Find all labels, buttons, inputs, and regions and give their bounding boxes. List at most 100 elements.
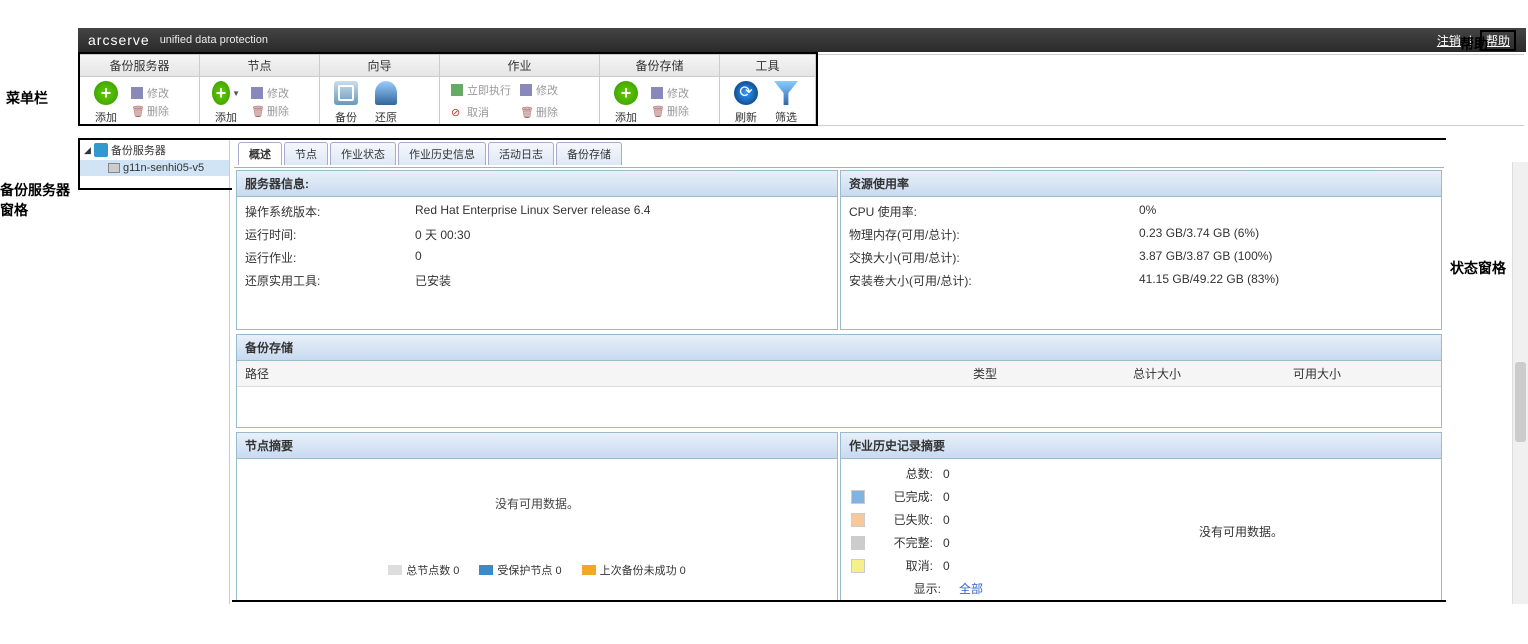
hist-incomplete-label: 不完整: <box>873 534 933 551</box>
legend-lastfail: 上次备份未成功 0 <box>582 562 686 578</box>
add-node-label: 添加 <box>215 109 237 125</box>
delete-node-button[interactable]: 🗑删除 <box>250 103 289 119</box>
plus-icon: +▼ <box>212 79 240 107</box>
hist-done-value: 0 <box>943 490 950 504</box>
restore-icon <box>372 79 400 107</box>
node-summary-panel: 节点摘要 没有可用数据。 总节点数 0 受保护节点 0 上次备份未成功 0 <box>236 432 838 602</box>
add-node-button[interactable]: +▼ 添加 <box>206 79 246 125</box>
cpu-label: CPU 使用率: <box>849 203 1139 220</box>
tree-node[interactable]: g11n-senhi05-v5 <box>80 160 229 176</box>
storage-title: 备份存储 <box>237 335 1441 361</box>
content: 服务器信息: 操作系统版本:Red Hat Enterprise Linux S… <box>234 168 1444 604</box>
server-group-icon <box>94 143 108 157</box>
restore-button[interactable]: 还原 <box>366 79 406 125</box>
hist-done-label: 已完成: <box>873 488 933 505</box>
resource-panel: 资源使用率 CPU 使用率:0% 物理内存(可用/总计):0.23 GB/3.7… <box>840 170 1442 330</box>
storage-columns: 路径 类型 总计大小 可用大小 <box>237 361 1441 387</box>
annotation-help: 帮助 <box>1460 34 1488 54</box>
tab-nodes[interactable]: 节点 <box>284 142 328 165</box>
hist-show-label: 显示: <box>881 580 941 597</box>
tb-header-wizard: 向导 <box>320 55 439 77</box>
server-info-title: 服务器信息: <box>237 171 837 197</box>
add-server-button[interactable]: + 添加 <box>86 79 126 125</box>
mem-value: 0.23 GB/3.74 GB (6%) <box>1139 226 1433 243</box>
cancel-job-button[interactable]: ⊘取消 <box>450 104 511 120</box>
tb-header-node: 节点 <box>200 55 319 77</box>
tb-group-backup-server: 备份服务器 + 添加 修改 🗑删除 <box>80 55 200 125</box>
edit-icon <box>130 86 144 100</box>
tab-activity-log[interactable]: 活动日志 <box>488 142 554 165</box>
col-path: 路径 <box>245 365 973 382</box>
tb-group-wizard: 向导 备份 还原 <box>320 55 440 125</box>
filter-icon <box>772 79 800 107</box>
logout-link[interactable]: 注销 <box>1437 32 1461 49</box>
swap-label: 交换大小(可用/总计): <box>849 249 1139 266</box>
delete-server-button[interactable]: 🗑删除 <box>130 103 169 119</box>
edit-icon <box>650 86 664 100</box>
cpu-value: 0% <box>1139 203 1433 220</box>
uptime-value: 0 天 00:30 <box>415 226 829 243</box>
tabs: 概述 节点 作业状态 作业历史信息 活动日志 备份存储 <box>234 140 1444 168</box>
failed-color-icon <box>851 513 865 527</box>
refresh-icon: ⟳ <box>732 79 760 107</box>
history-summary-title: 作业历史记录摘要 <box>841 433 1441 459</box>
tree-node-label: g11n-senhi05-v5 <box>123 162 204 174</box>
filter-button[interactable]: 筛选 <box>766 79 806 125</box>
modify-node-button[interactable]: 修改 <box>250 85 289 101</box>
edit-icon <box>250 86 264 100</box>
modify-job-button[interactable]: 修改 <box>519 82 558 98</box>
tb-group-node: 节点 +▼ 添加 修改 🗑删除 <box>200 55 320 125</box>
tree-root-label: 备份服务器 <box>111 142 166 158</box>
legend-protected: 受保护节点 0 <box>479 562 561 578</box>
modify-server-button[interactable]: 修改 <box>130 85 169 101</box>
mem-label: 物理内存(可用/总计): <box>849 226 1139 243</box>
refresh-label: 刷新 <box>735 109 757 125</box>
hist-show-link[interactable]: 全部 <box>959 580 983 597</box>
delete-job-button[interactable]: 🗑删除 <box>519 104 558 120</box>
col-avail: 可用大小 <box>1293 365 1433 382</box>
toolbar: 备份服务器 + 添加 修改 🗑删除 节点 +▼ 添加 修改 🗑删除 <box>80 54 1524 126</box>
refresh-button[interactable]: ⟳ 刷新 <box>726 79 766 125</box>
annotation-tree: 备份服务器窗格 <box>0 180 70 220</box>
history-nodata: 没有可用数据。 <box>1199 523 1283 540</box>
hist-failed-label: 已失败: <box>873 511 933 528</box>
backup-label: 备份 <box>335 109 357 125</box>
col-total: 总计大小 <box>1133 365 1293 382</box>
exec-job-button[interactable]: 立即执行 <box>450 82 511 98</box>
collapse-icon[interactable]: ◢ <box>84 145 91 156</box>
node-summary-title: 节点摘要 <box>237 433 837 459</box>
hist-cancel-value: 0 <box>943 559 950 573</box>
computer-icon <box>108 163 120 173</box>
col-type: 类型 <box>973 365 1133 382</box>
vol-value: 41.15 GB/49.22 GB (83%) <box>1139 272 1433 289</box>
tab-job-history[interactable]: 作业历史信息 <box>398 142 486 165</box>
delete-storage-button[interactable]: 🗑删除 <box>650 103 689 119</box>
hist-incomplete-value: 0 <box>943 536 950 550</box>
resource-title: 资源使用率 <box>841 171 1441 197</box>
os-label: 操作系统版本: <box>245 203 415 220</box>
filter-label: 筛选 <box>775 109 797 125</box>
add-storage-button[interactable]: + 添加 <box>606 79 646 125</box>
trash-icon: 🗑 <box>650 104 664 118</box>
backup-icon <box>332 79 360 107</box>
restore-label: 还原 <box>375 109 397 125</box>
tree-root[interactable]: ◢ 备份服务器 <box>80 140 229 160</box>
scrollbar[interactable] <box>1512 162 1528 604</box>
scrollbar-thumb[interactable] <box>1515 362 1526 442</box>
plus-icon: + <box>92 79 120 107</box>
tab-overview[interactable]: 概述 <box>238 142 282 165</box>
tb-header-tools: 工具 <box>720 55 815 77</box>
backup-button[interactable]: 备份 <box>326 79 366 125</box>
hist-total-value: 0 <box>943 467 950 481</box>
cancel-color-icon <box>851 559 865 573</box>
history-summary-panel: 作业历史记录摘要 总数:0 已完成:0 已失败:0 不完整:0 取消:0 显示:… <box>840 432 1442 602</box>
top-bar: arcserve unified data protection 注销 | 帮助 <box>78 28 1526 52</box>
logo: arcserve <box>88 32 150 48</box>
tab-storage[interactable]: 备份存储 <box>556 142 622 165</box>
modify-storage-button[interactable]: 修改 <box>650 85 689 101</box>
hist-failed-value: 0 <box>943 513 950 527</box>
hist-cancel-label: 取消: <box>873 557 933 574</box>
tab-job-status[interactable]: 作业状态 <box>330 142 396 165</box>
run-icon <box>450 83 464 97</box>
tb-header-backup-server: 备份服务器 <box>80 55 199 77</box>
